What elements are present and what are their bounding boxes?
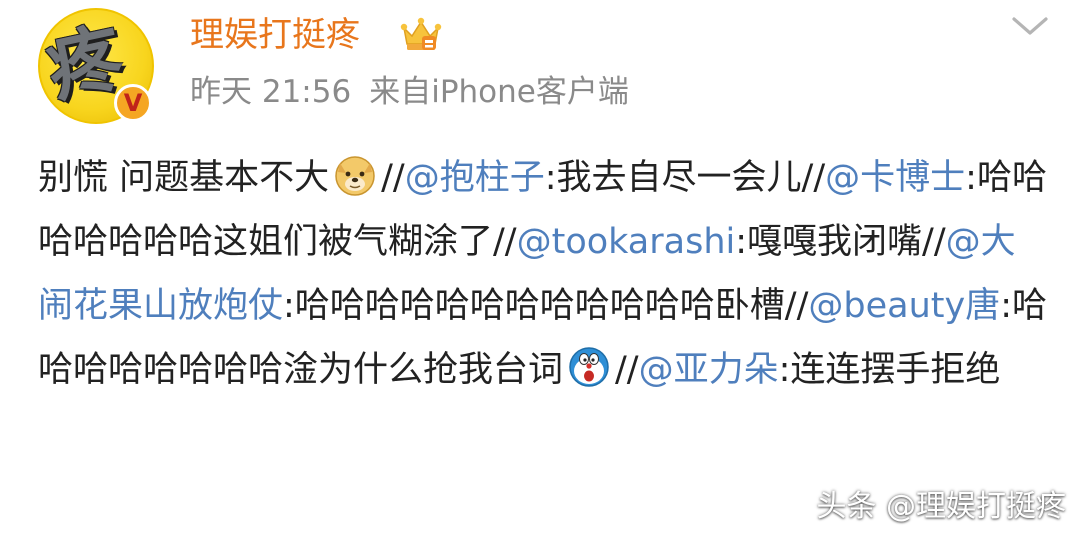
post-text: :连连摆手拒绝 (778, 350, 1001, 390)
post-text: 别慌 问题基本不大 (38, 158, 330, 198)
doraemon-emoji-icon (567, 345, 611, 389)
crown-vip-icon (400, 17, 442, 50)
post-text: // (381, 158, 405, 198)
post-text: // (615, 350, 639, 390)
verified-badge-icon: V (114, 84, 152, 122)
post-text: :我去自尽一会儿// (544, 158, 826, 198)
post-text: :嘎嘎我闭嘴// (735, 222, 946, 262)
weibo-post: 疼 V 理娱打挺疼 昨天 21:56 来自iPhone客户端 别慌 问题基本不大 /… (0, 0, 1080, 537)
mention-link[interactable]: @抱柱子 (405, 158, 545, 198)
username-link[interactable]: 理娱打挺疼 (190, 10, 360, 60)
mention-link[interactable]: @卡博士 (825, 158, 965, 198)
post-content: 别慌 问题基本不大//@抱柱子:我去自尽一会儿//@卡博士:哈哈哈哈哈哈哈这姐们… (38, 146, 1048, 402)
mention-link[interactable]: @tookarashi (517, 222, 736, 262)
doge-emoji-icon (333, 153, 377, 197)
post-source[interactable]: 来自iPhone客户端 (369, 74, 629, 110)
post-meta: 昨天 21:56 来自iPhone客户端 (190, 68, 629, 116)
mention-link[interactable]: @beauty唐 (808, 286, 1000, 326)
watermark: 头条 @理娱打挺疼 (816, 489, 1066, 524)
chevron-down-icon[interactable] (1008, 12, 1052, 40)
post-text: :哈哈哈哈哈哈哈哈哈哈哈哈卧槽// (283, 286, 809, 326)
post-time: 昨天 21:56 (190, 74, 352, 110)
avatar[interactable]: 疼 V (38, 8, 154, 124)
mention-link[interactable]: @亚力朵 (639, 350, 779, 390)
